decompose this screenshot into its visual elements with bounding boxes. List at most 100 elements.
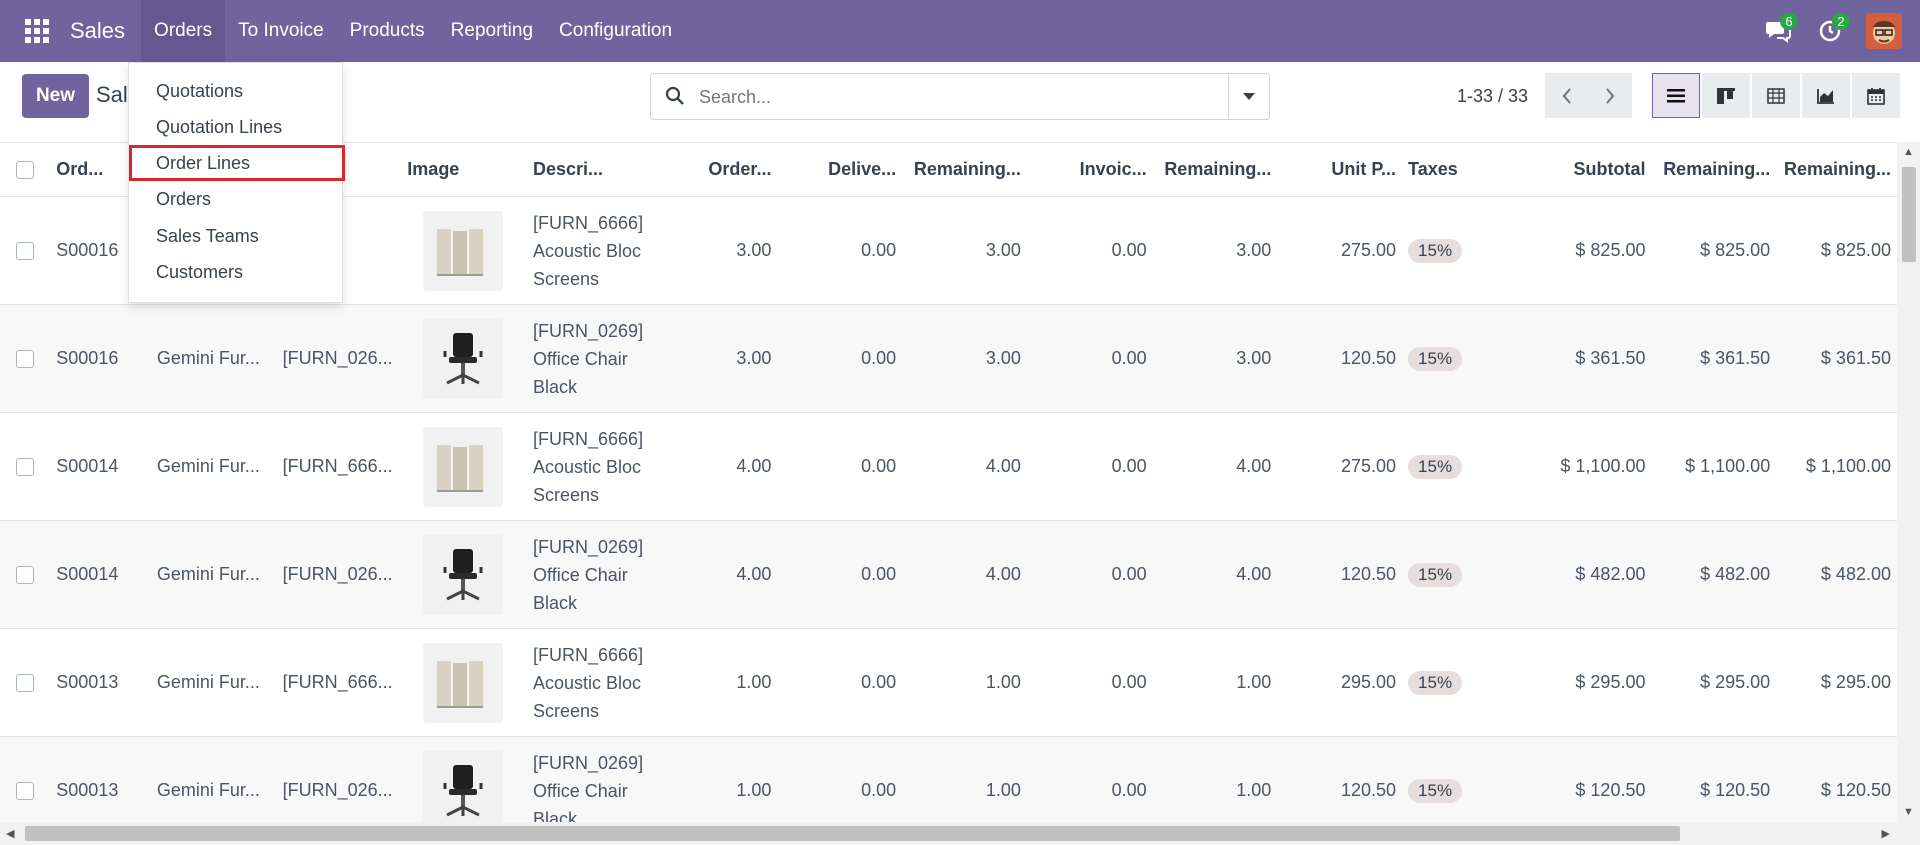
dropdown-item-sales-teams[interactable]: Sales Teams (129, 218, 342, 254)
table-row[interactable]: S00014 Gemini Fur... [FURN_666... [FURN_666… (0, 412, 1897, 521)
table-row[interactable]: S00016 Gemini Fur... [FURN_026... [FURN_026… (0, 304, 1897, 413)
user-avatar[interactable] (1866, 13, 1902, 49)
cell-order: S00016 (50, 304, 151, 413)
scroll-left-icon[interactable]: ◀ (6, 827, 14, 840)
row-checkbox[interactable] (16, 566, 35, 585)
cell-remaining-amount-2: $ 482.00 (1776, 520, 1897, 629)
office-chair-thumbnail (443, 764, 483, 816)
cell-remaining-delivery: 1.00 (902, 736, 1027, 822)
cell-delivered: 0.00 (777, 520, 903, 629)
row-select-cell[interactable] (0, 736, 51, 822)
cell-subtotal: $ 361.50 (1526, 304, 1652, 413)
row-select-cell[interactable] (0, 304, 51, 413)
calendar-view-button[interactable] (1852, 73, 1900, 118)
vertical-scroll-thumb[interactable] (1902, 167, 1916, 262)
desc-variant: Black (533, 592, 578, 613)
col-remaining-amount-2[interactable]: Remaining... (1776, 142, 1897, 197)
app-name[interactable]: Sales (70, 18, 125, 44)
messages-button[interactable]: 6 (1758, 11, 1798, 51)
acoustic-screen-thumbnail (437, 660, 484, 708)
col-invoiced[interactable]: Invoic... (1026, 142, 1153, 197)
activities-button[interactable]: 2 (1810, 11, 1850, 51)
table-row[interactable]: S00014 Gemini Fur... [FURN_026... [FURN_026… (0, 520, 1897, 629)
pager-next-button[interactable] (1588, 73, 1632, 118)
office-chair-thumbnail (443, 332, 483, 384)
cell-remaining-amount-1: $ 482.00 (1651, 520, 1777, 629)
vertical-scrollbar[interactable]: ▲ ▼ (1897, 142, 1920, 822)
row-checkbox[interactable] (16, 458, 35, 477)
cell-invoiced: 0.00 (1026, 628, 1153, 737)
row-select-cell[interactable] (0, 196, 51, 305)
table-row[interactable]: S00013 Gemini Fur... [FURN_026... [FURN_026… (0, 736, 1897, 822)
pager-previous-button[interactable] (1545, 73, 1589, 118)
cell-remaining-invoice: 4.00 (1152, 520, 1278, 629)
col-description[interactable]: Descri... (527, 142, 653, 197)
cell-unit-price: 275.00 (1277, 412, 1403, 521)
row-select-cell[interactable] (0, 628, 51, 737)
scroll-right-icon[interactable]: ▶ (1882, 827, 1890, 840)
row-checkbox[interactable] (16, 242, 35, 261)
product-image (423, 318, 504, 399)
new-button[interactable]: New (22, 74, 89, 118)
dropdown-item-order-lines[interactable]: Order Lines (129, 145, 345, 181)
cell-order: S00013 (50, 736, 151, 822)
cell-description: [FURN_0269] Office Chair Black (527, 736, 653, 822)
col-subtotal[interactable]: Subtotal (1526, 142, 1652, 197)
col-delivered[interactable]: Delive... (777, 142, 903, 197)
search-options-toggle[interactable] (1228, 74, 1269, 119)
cell-product: [FURN_666... (276, 412, 402, 521)
cell-remaining-invoice: 1.00 (1152, 628, 1278, 737)
dropdown-item-orders[interactable]: Orders (129, 181, 342, 217)
menu-to-invoice[interactable]: To Invoice (225, 0, 337, 62)
product-image (423, 210, 504, 291)
menu-reporting[interactable]: Reporting (438, 0, 546, 62)
table-row[interactable]: S00013 Gemini Fur... [FURN_666... [FURN_666… (0, 628, 1897, 737)
graph-view-button[interactable] (1802, 73, 1850, 118)
cell-unit-price: 120.50 (1277, 304, 1403, 413)
col-ordered[interactable]: Order... (652, 142, 778, 197)
row-select-cell[interactable] (0, 412, 51, 521)
desc-variant: Screens (533, 268, 600, 289)
desc-code: [FURN_0269] (533, 536, 644, 557)
dropdown-item-quotations[interactable]: Quotations (129, 73, 342, 109)
cell-ordered: 3.00 (652, 196, 778, 305)
scroll-down-icon[interactable]: ▼ (1903, 806, 1914, 818)
col-taxes[interactable]: Taxes (1402, 142, 1527, 197)
pivot-view-button[interactable] (1752, 73, 1800, 118)
cell-order: S00014 (50, 412, 151, 521)
horizontal-scrollbar[interactable]: ◀ ▶ (0, 822, 1920, 845)
apps-menu-button[interactable] (18, 12, 56, 50)
row-checkbox[interactable] (16, 674, 35, 693)
select-all-header[interactable] (0, 142, 51, 197)
cell-product: [FURN_026... (276, 736, 402, 822)
scroll-up-icon[interactable]: ▲ (1903, 146, 1914, 158)
dropdown-item-quotation-lines[interactable]: Quotation Lines (129, 109, 342, 145)
search-input[interactable] (697, 82, 1201, 112)
col-remaining-invoice[interactable]: Remaining... (1152, 142, 1278, 197)
menu-products[interactable]: Products (337, 0, 438, 62)
col-image[interactable]: Image (401, 142, 528, 197)
horizontal-scroll-thumb[interactable] (25, 826, 1680, 841)
select-all-checkbox[interactable] (16, 160, 35, 179)
menu-configuration[interactable]: Configuration (546, 0, 685, 62)
cell-image (401, 412, 528, 521)
kanban-view-button[interactable] (1702, 73, 1750, 118)
cell-subtotal: $ 120.50 (1526, 736, 1652, 822)
cell-remaining-amount-2: $ 1,100.00 (1776, 412, 1897, 521)
row-checkbox[interactable] (16, 782, 35, 801)
dropdown-item-customers[interactable]: Customers (129, 254, 342, 290)
col-unit-price[interactable]: Unit P... (1277, 142, 1403, 197)
row-checkbox[interactable] (16, 350, 35, 369)
col-remaining-amount-1[interactable]: Remaining... (1651, 142, 1777, 197)
cell-ordered: 1.00 (652, 736, 778, 822)
pager-value[interactable]: 1-33 / 33 (1457, 86, 1528, 107)
cell-remaining-amount-1: $ 825.00 (1651, 196, 1777, 305)
menu-orders[interactable]: Orders (141, 0, 226, 62)
row-select-cell[interactable] (0, 520, 51, 629)
tax-tag: 15% (1408, 454, 1463, 479)
cell-remaining-invoice: 1.00 (1152, 736, 1278, 822)
col-remaining-delivery[interactable]: Remaining... (902, 142, 1027, 197)
cell-invoiced: 0.00 (1026, 412, 1153, 521)
cell-subtotal: $ 482.00 (1526, 520, 1652, 629)
list-view-button[interactable] (1652, 73, 1700, 118)
